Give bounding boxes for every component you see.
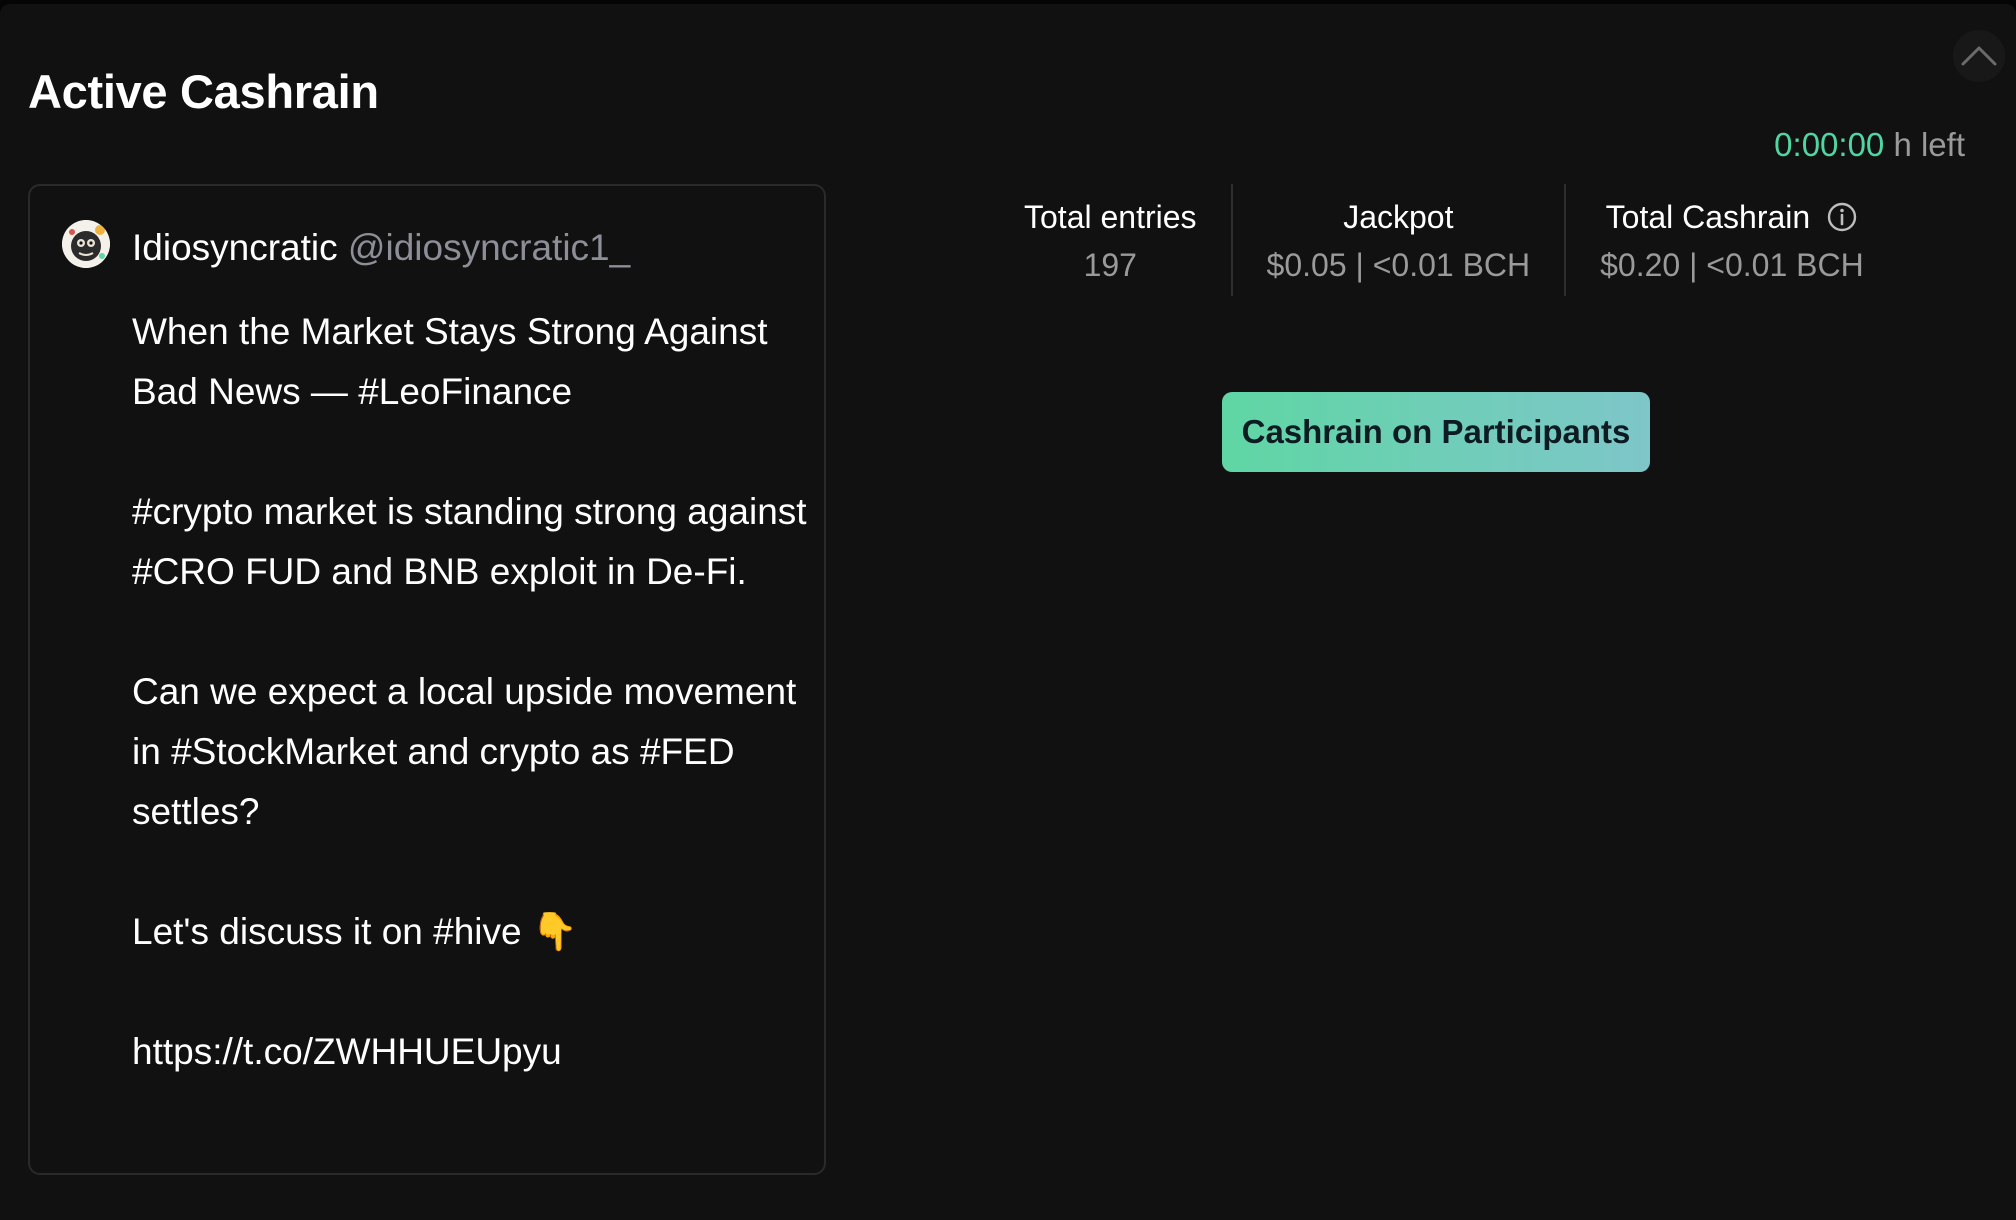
tweet-body: When the Market Stays Strong Against Bad…	[132, 302, 812, 1142]
stat-label-text: Total entries	[1024, 199, 1197, 235]
tweet-paragraph: When the Market Stays Strong Against Bad…	[132, 311, 768, 412]
stat-value: $0.20 | <0.01 BCH	[1600, 247, 1864, 283]
tweet-card[interactable]: Idiosyncratic @idiosyncratic1_ When the …	[28, 184, 826, 1175]
stat-total-entries: Total entries 197	[990, 184, 1233, 296]
stat-label-text: Jackpot	[1343, 199, 1454, 235]
time-left: 0:00:00 h left	[1774, 124, 1965, 166]
author-name: Idiosyncratic	[132, 227, 338, 268]
time-left-unit: h left	[1893, 126, 1965, 163]
cashrain-on-participants-button[interactable]: Cashrain on Participants	[1222, 392, 1650, 472]
avatar[interactable]	[62, 220, 110, 268]
stat-value: $0.05 | <0.01 BCH	[1266, 247, 1531, 283]
stat-label: Total Cashrain	[1606, 196, 1859, 238]
stat-label-text: Total Cashrain	[1605, 199, 1811, 235]
stat-jackpot: Jackpot $0.05 | <0.01 BCH	[1233, 184, 1567, 296]
avatar-image	[62, 220, 110, 268]
cashrain-stats: Total entries 197 Jackpot $0.05 | <0.01 …	[990, 184, 1898, 296]
active-cashrain-panel: Active Cashrain 0:00:00 h left Idiosyncr…	[0, 4, 2016, 1220]
collapse-button[interactable]	[1953, 30, 2005, 82]
stat-label: Total entries	[1024, 196, 1197, 238]
tweet-paragraph: #crypto market is standing strong agains…	[132, 491, 807, 592]
stat-total-cashrain: Total Cashrain $0.20 | <0.01 BCH	[1566, 184, 1898, 296]
chevron-up-icon	[1961, 46, 1997, 66]
tweet-link[interactable]: https://t.co/ZWHHUEUpyu	[132, 1022, 812, 1082]
tweet-author[interactable]: Idiosyncratic @idiosyncratic1_	[132, 224, 630, 272]
stat-value: 197	[1083, 247, 1137, 283]
page-title: Active Cashrain	[28, 65, 379, 118]
stat-label: Jackpot	[1343, 196, 1453, 238]
tweet-paragraph: Let's discuss it on #hive 👇	[132, 911, 578, 952]
author-handle: @idiosyncratic1_	[347, 227, 631, 268]
time-left-value: 0:00:00	[1774, 126, 1885, 163]
tweet-paragraph: Can we expect a local upside movement in…	[132, 671, 797, 832]
info-icon[interactable]	[1826, 201, 1858, 233]
